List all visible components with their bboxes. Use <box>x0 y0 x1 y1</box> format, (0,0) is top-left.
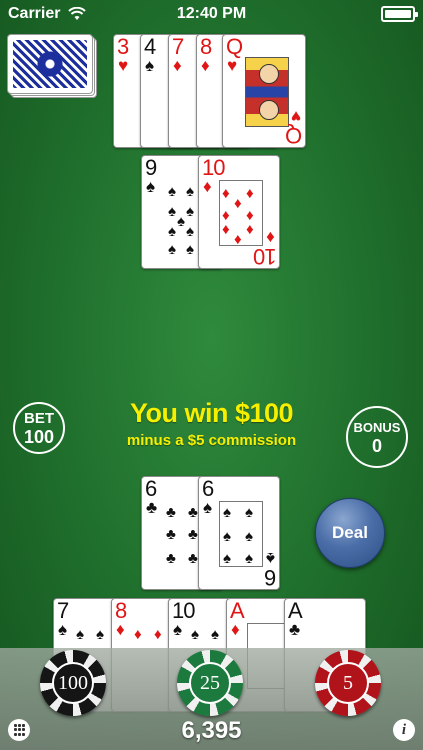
pip: ♦ <box>234 231 242 248</box>
card-suit: ♦ <box>173 56 182 75</box>
pip: ♣ <box>166 550 176 567</box>
card-rank-bottom: Q <box>285 123 302 148</box>
pip: ♠ <box>223 550 231 567</box>
bet-badge[interactable]: BET 100 <box>13 402 65 454</box>
card-suit: ♣ <box>146 498 158 517</box>
pip: ♠ <box>186 223 194 240</box>
card-suit: ♠ <box>146 177 156 196</box>
pip: ♦ <box>154 626 162 643</box>
pip: ♠ <box>186 203 194 220</box>
pip: ♣ <box>188 504 198 521</box>
card-suit: ♦ <box>201 56 210 75</box>
card-suit: ♥ <box>227 56 238 75</box>
bonus-value: 0 <box>371 436 382 456</box>
pip: ♠ <box>168 183 176 200</box>
pip: ♠ <box>186 183 194 200</box>
pip: ♦ <box>234 195 242 212</box>
pip: ♠ <box>223 528 231 545</box>
bet-value: 100 <box>23 427 55 447</box>
pip: ♠ <box>245 550 253 567</box>
pip: ♠ <box>186 241 194 258</box>
pip: ♣ <box>166 526 176 543</box>
status-bar: Carrier 12:40 PM <box>0 0 423 28</box>
status-left: Carrier <box>8 5 87 23</box>
carrier-label: Carrier <box>8 5 61 22</box>
card-suit: ♦ <box>116 620 125 639</box>
chip-value: 5 <box>327 662 369 704</box>
pip: ♠ <box>168 241 176 258</box>
card-suit: ♠ <box>145 56 155 75</box>
card-back-pattern <box>13 40 87 88</box>
chip-value: 25 <box>189 662 231 704</box>
bonus-label: BONUS <box>353 420 401 435</box>
pip: ♣ <box>188 526 198 543</box>
deck-card-back <box>7 34 93 94</box>
card-deck[interactable] <box>7 34 97 98</box>
wifi-icon <box>68 7 87 20</box>
pip: ♦ <box>246 185 254 202</box>
info-icon[interactable]: i <box>393 719 415 741</box>
card-suit: ♦ <box>203 177 212 196</box>
pip: ♦ <box>134 626 142 643</box>
pip: ♠ <box>96 626 104 643</box>
card-suit: ♠ <box>203 498 213 517</box>
balance-amount: 6,395 <box>181 717 242 744</box>
player-card: 6 ♠ ♠ ♠ ♠ ♠ ♠ ♠ ♠ 6 <box>198 476 280 590</box>
win-message: You win $100 <box>129 398 294 428</box>
pip: ♦ <box>222 221 230 238</box>
pip: ♣ <box>166 504 176 521</box>
commission-message: minus a $5 commission <box>126 432 297 449</box>
pip: ♦ <box>222 185 230 202</box>
chip-25-button[interactable]: 25 <box>177 650 243 716</box>
chip-100-button[interactable]: 100 <box>40 650 106 716</box>
chip-5-button[interactable]: 5 <box>315 650 381 716</box>
bonus-badge[interactable]: BONUS 0 <box>346 406 408 468</box>
pip: ♣ <box>188 550 198 567</box>
battery-icon <box>381 6 418 22</box>
card-suit: ♠ <box>173 620 183 639</box>
pip: ♠ <box>177 213 185 230</box>
dealer-card: 10 ♦ ♦ ♦ ♦ ♦ ♦ ♦ ♦ ♦ ♦ 10 <box>198 155 280 269</box>
pip: ♦ <box>246 221 254 238</box>
pip: ♠ <box>168 203 176 220</box>
bet-label: BET <box>24 410 54 427</box>
pip: ♠ <box>223 504 231 521</box>
pip: ♠ <box>76 626 84 643</box>
card-suit-bottom: ♥ <box>290 107 301 126</box>
chip-value: 100 <box>52 662 94 704</box>
pip: ♠ <box>245 528 253 545</box>
pip: ♠ <box>168 223 176 240</box>
card-suit: ♦ <box>231 620 240 639</box>
queen-face-art <box>245 57 289 127</box>
pip: ♠ <box>191 626 199 643</box>
card-suit: ♠ <box>58 620 68 639</box>
card-rank-bottom: 6 <box>264 565 276 590</box>
deal-button[interactable]: Deal <box>315 498 385 568</box>
card-suit: ♣ <box>289 620 301 639</box>
pip: ♠ <box>211 626 219 643</box>
card-suit: ♥ <box>118 56 129 75</box>
pip: ♠ <box>245 504 253 521</box>
dealer-card: Q ♥ Q ♥ <box>222 34 306 148</box>
card-rank-bottom: 10 <box>253 244 276 269</box>
